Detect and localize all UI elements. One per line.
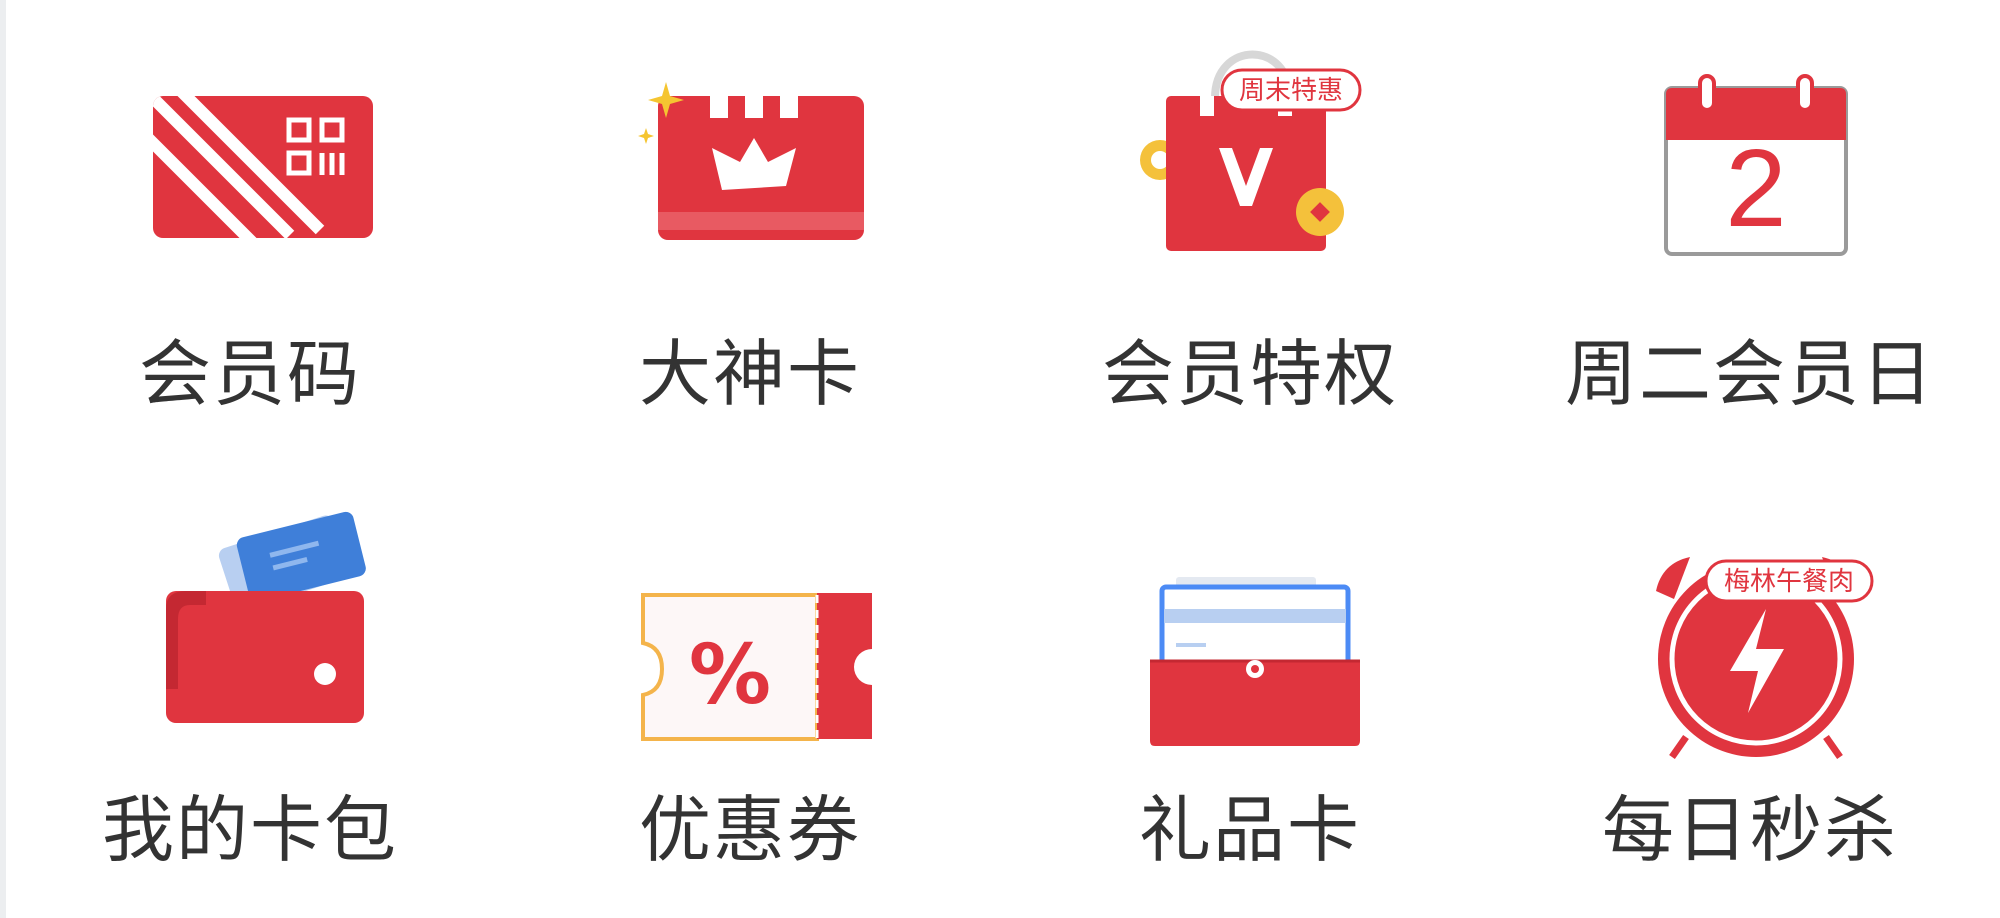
menu-item-gift-card[interactable]: 礼品卡: [1000, 459, 1500, 918]
daily-flash-sale-label: 每日秒杀: [1601, 788, 1898, 872]
shopping-bag-v-icon: 周末特惠: [1000, 0, 1500, 300]
percent-symbol: %: [689, 628, 771, 723]
menu-item-daily-flash-sale[interactable]: 梅林午餐肉 每日秒杀: [1500, 459, 2000, 918]
calendar-2-icon: 2: [1500, 0, 2000, 300]
gift-card-box-icon: [1000, 459, 1500, 759]
coupon-icon: %: [500, 459, 1000, 759]
menu-item-member-code[interactable]: 会员码: [0, 0, 500, 459]
spam-deal-badge: 梅林午餐肉: [1724, 567, 1854, 597]
member-code-card-icon: [0, 0, 500, 300]
member-privileges-label: 会员特权: [1101, 332, 1398, 416]
menu-grid: 会员码 大神卡 周末特惠 会员特权 2 周二会员日 我的卡包 % 优惠券 礼品卡…: [0, 0, 2000, 918]
alarm-clock-flash-icon: 梅林午餐肉: [1500, 459, 2000, 760]
great-god-card-label: 大神卡: [638, 332, 861, 416]
menu-item-my-wallet[interactable]: 我的卡包: [0, 459, 500, 918]
weekend-deal-badge: 周末特惠: [1239, 76, 1343, 106]
menu-item-tuesday-member-day[interactable]: 2 周二会员日: [1500, 0, 2000, 459]
menu-item-member-privileges[interactable]: 周末特惠 会员特权: [1000, 0, 1500, 459]
calendar-number: 2: [1725, 127, 1786, 250]
menu-item-great-god-card[interactable]: 大神卡: [500, 0, 1000, 459]
member-code-label: 会员码: [138, 332, 361, 416]
coupons-label: 优惠券: [638, 788, 861, 872]
my-wallet-label: 我的卡包: [101, 788, 398, 872]
crown-card-icon: [500, 0, 1000, 300]
menu-item-coupons[interactable]: % 优惠券: [500, 459, 1000, 918]
wallet-icon: [0, 459, 500, 759]
tuesday-member-day-label: 周二会员日: [1564, 332, 1935, 416]
gift-card-label: 礼品卡: [1138, 788, 1361, 872]
